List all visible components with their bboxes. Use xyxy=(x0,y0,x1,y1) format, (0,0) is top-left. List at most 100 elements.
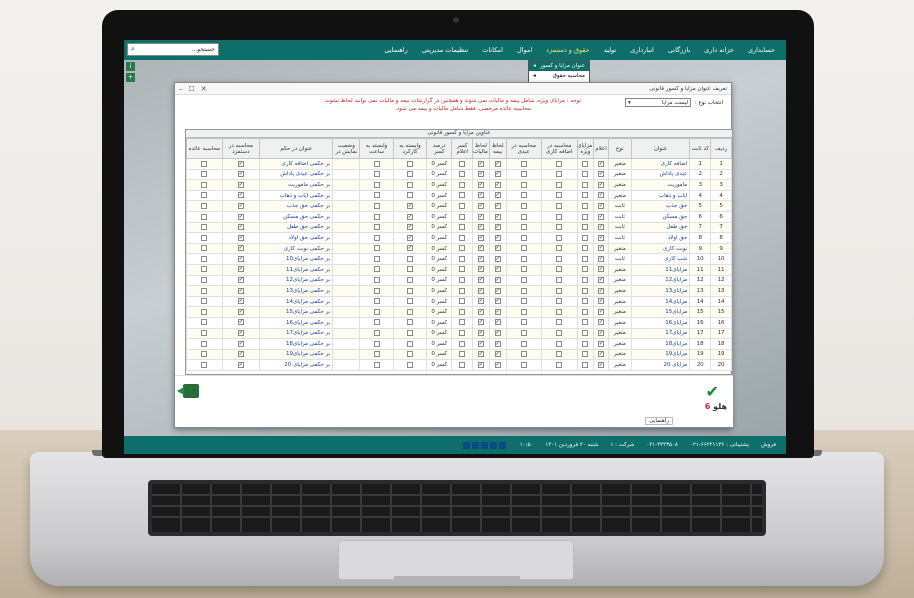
checkbox[interactable] xyxy=(520,277,527,284)
checkbox[interactable] xyxy=(477,330,484,337)
table-row[interactable]: 1616مزایای16متغیرکسر 0بر حکمی مزایای16 xyxy=(186,316,732,329)
checkbox[interactable] xyxy=(494,234,501,241)
table-row[interactable]: 99نوبت کاریمتغیرکسر 0بر حکمی نوبت کاری xyxy=(186,242,732,255)
checkbox[interactable] xyxy=(373,245,380,252)
checkbox[interactable] xyxy=(556,213,563,220)
checkbox[interactable] xyxy=(520,361,527,368)
checkbox[interactable] xyxy=(520,340,527,347)
checkbox[interactable] xyxy=(407,202,414,209)
checkbox[interactable] xyxy=(459,181,466,188)
checkbox[interactable] xyxy=(582,319,589,326)
checkbox[interactable] xyxy=(237,245,244,252)
checkbox[interactable] xyxy=(477,245,484,252)
checkbox[interactable] xyxy=(520,224,527,231)
checkbox[interactable] xyxy=(582,181,589,188)
row-decree-title[interactable]: بر حکمی حق مسکن xyxy=(259,210,334,223)
checkbox[interactable] xyxy=(598,277,605,284)
checkbox[interactable] xyxy=(237,213,244,220)
checkbox[interactable] xyxy=(237,361,244,368)
checkbox[interactable] xyxy=(201,192,208,199)
checkbox[interactable] xyxy=(520,351,527,358)
table-row[interactable]: 1010شب کاریثابتکسر 0بر حکمی مزایای10 xyxy=(186,253,732,265)
row-title[interactable]: اضافه کاری xyxy=(630,158,691,170)
checkbox[interactable] xyxy=(201,266,208,273)
menu-item[interactable]: اموال xyxy=(510,46,539,54)
checkbox[interactable] xyxy=(494,224,501,231)
checkbox[interactable] xyxy=(582,298,589,305)
checkbox[interactable] xyxy=(407,192,414,199)
table-row[interactable]: 1515مزایای15متغیرکسر 0بر حکمی مزایای15 xyxy=(186,306,732,318)
checkbox[interactable] xyxy=(237,202,244,209)
column-header[interactable]: لحاظ بیمه xyxy=(488,138,507,159)
checkbox[interactable] xyxy=(407,234,414,241)
column-header[interactable]: محاسبه عائده xyxy=(186,138,223,159)
row-decree-title[interactable]: بر حکمی مزایای18 xyxy=(259,338,334,350)
checkbox[interactable] xyxy=(494,351,501,358)
table-row[interactable]: 1919مزایای19متغیرکسر 0بر حکمی مزایای19 xyxy=(186,348,732,361)
checkbox[interactable] xyxy=(201,308,208,315)
row-title[interactable]: مزایای 20 xyxy=(630,359,691,371)
checkbox[interactable] xyxy=(459,351,466,358)
checkbox[interactable] xyxy=(237,330,244,337)
checkbox[interactable] xyxy=(477,224,484,231)
checkbox[interactable] xyxy=(477,298,484,305)
checkbox[interactable] xyxy=(477,351,484,358)
table-row[interactable]: 11اضافه کاریمتغیرکسر 0بر حکمی اضافه کاری xyxy=(186,158,732,170)
row-decree-title[interactable]: بر حکمی حق اولاد xyxy=(259,232,334,244)
checkbox[interactable] xyxy=(373,266,380,273)
checkbox[interactable] xyxy=(582,330,589,337)
checkbox[interactable] xyxy=(237,351,244,358)
column-header[interactable]: درصد کسر xyxy=(426,138,453,159)
checkbox[interactable] xyxy=(407,277,414,284)
column-header[interactable]: مزایای ویژه xyxy=(576,138,595,159)
checkbox[interactable] xyxy=(201,255,208,262)
checkbox[interactable] xyxy=(237,298,244,305)
status-icon-5[interactable] xyxy=(498,441,506,449)
checkbox[interactable] xyxy=(582,277,589,284)
menu-item[interactable]: بازرگانی xyxy=(661,46,697,54)
checkbox[interactable] xyxy=(582,245,589,252)
checkbox[interactable] xyxy=(237,234,244,241)
row-decree-title[interactable]: بر حکمی مزایای14 xyxy=(259,295,334,308)
checkbox[interactable] xyxy=(237,266,244,273)
checkbox[interactable] xyxy=(556,202,563,209)
checkbox[interactable] xyxy=(520,202,527,209)
checkbox[interactable] xyxy=(556,181,563,188)
checkbox[interactable] xyxy=(598,319,605,326)
checkbox[interactable] xyxy=(459,171,466,178)
checkbox[interactable] xyxy=(556,330,563,337)
checkbox[interactable] xyxy=(459,213,466,220)
checkbox[interactable] xyxy=(520,234,527,241)
checkbox[interactable] xyxy=(237,287,244,294)
checkbox[interactable] xyxy=(598,160,605,167)
checkbox[interactable] xyxy=(494,213,501,220)
checkbox[interactable] xyxy=(201,224,208,231)
checkbox[interactable] xyxy=(201,277,208,284)
checkbox[interactable] xyxy=(582,171,589,178)
status-icon-3[interactable] xyxy=(480,441,488,449)
checkbox[interactable] xyxy=(407,361,414,368)
table-row[interactable]: 33ماموریتمتغیرکسر 0بر حکمی ماموریت xyxy=(186,179,732,191)
checkbox[interactable] xyxy=(598,340,605,347)
checkbox[interactable] xyxy=(582,266,589,273)
menu-item[interactable]: حقوق و دستمزد xyxy=(539,46,597,54)
checkbox[interactable] xyxy=(201,340,208,347)
column-header[interactable]: محاسبه در اضافه کاری xyxy=(541,138,578,159)
checkbox[interactable] xyxy=(598,192,605,199)
checkbox[interactable] xyxy=(477,319,484,326)
row-title[interactable]: ایاب و ذهاب xyxy=(630,189,691,202)
checkbox[interactable] xyxy=(201,319,208,326)
checkbox[interactable] xyxy=(598,171,605,178)
checkbox[interactable] xyxy=(556,277,563,284)
checkbox[interactable] xyxy=(477,308,484,315)
checkbox[interactable] xyxy=(582,340,589,347)
row-decree-title[interactable]: بر حکمی حق طفل xyxy=(259,221,334,234)
checkbox[interactable] xyxy=(373,319,380,326)
checkbox[interactable] xyxy=(556,266,563,273)
column-header[interactable]: محاسبه در عیدی xyxy=(505,138,543,159)
row-decree-title[interactable]: بر حکمی مزایای17 xyxy=(259,327,334,340)
checkbox[interactable] xyxy=(494,298,501,305)
column-header[interactable]: اعلام xyxy=(593,138,609,159)
checkbox[interactable] xyxy=(373,330,380,337)
checkbox[interactable] xyxy=(407,287,414,294)
